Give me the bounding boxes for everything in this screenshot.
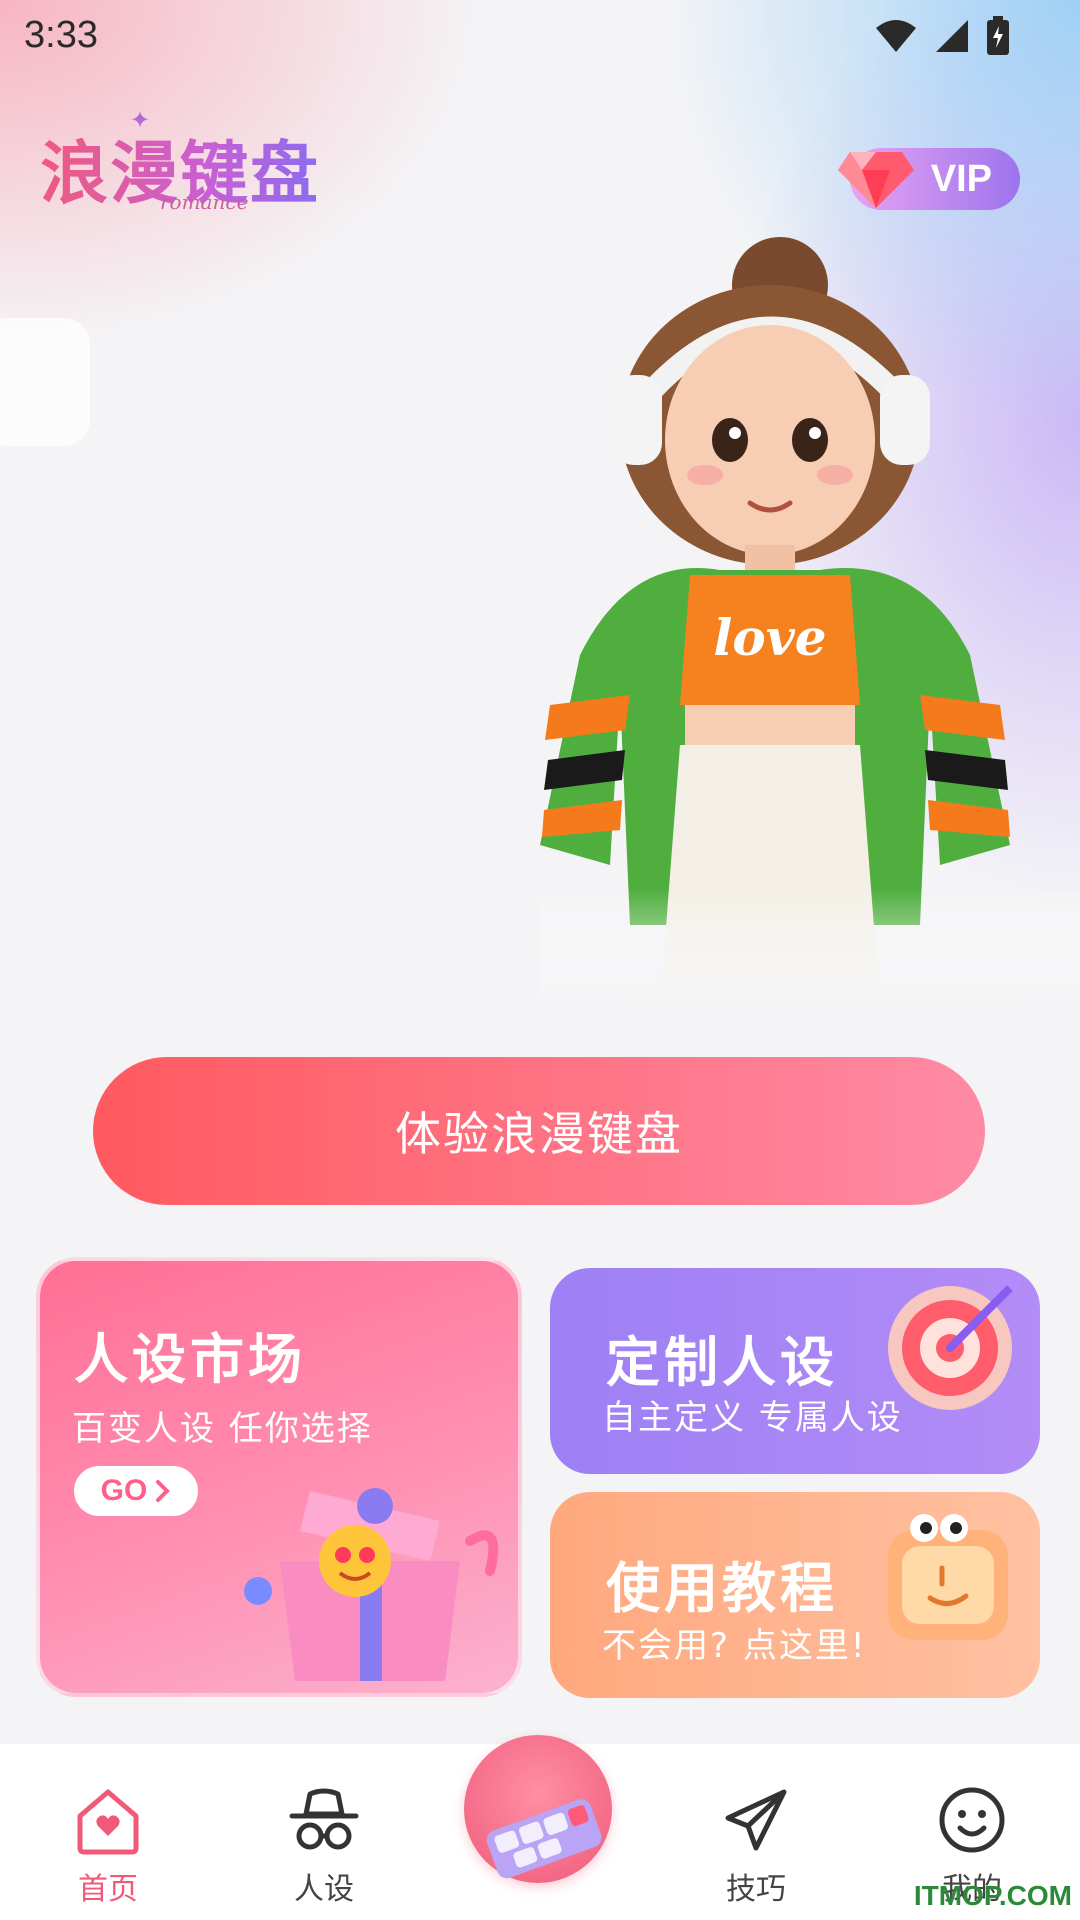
vip-label: VIP <box>930 157 992 200</box>
vip-button[interactable]: VIP <box>838 148 1020 210</box>
side-drawer-tab[interactable] <box>0 318 90 446</box>
nav-label: 首页 <box>78 1872 138 1907</box>
smiley-face-icon <box>939 1787 1005 1853</box>
nav-persona[interactable]: 人设 <box>264 1784 384 1908</box>
nav-label: 技巧 <box>726 1872 786 1907</box>
card-subtitle: 百变人设 任你选择 <box>72 1409 373 1449</box>
paper-plane-icon <box>725 1789 787 1851</box>
home-heart-icon <box>77 1789 139 1855</box>
diamond-icon <box>838 152 914 208</box>
tv-mascot-icon <box>888 1514 1008 1640</box>
signal-icon <box>936 20 968 52</box>
card-subtitle: 自主定义 专属人设 <box>602 1398 903 1438</box>
custom-persona-card[interactable]: 定制人设 自主定义 专属人设 <box>550 1268 1040 1474</box>
status-icons <box>874 16 1010 56</box>
tutorial-card[interactable]: 使用教程 不会用? 点这里! <box>550 1492 1040 1698</box>
logo-subtext: romance <box>160 190 249 214</box>
try-keyboard-button[interactable]: 体验浪漫键盘 <box>93 1057 985 1205</box>
watermark: ITMOP.COM <box>913 1880 1072 1911</box>
card-subtitle: 不会用? 点这里! <box>602 1626 867 1666</box>
nav-home[interactable]: 首页 <box>48 1784 168 1908</box>
card-title: 人设市场 <box>74 1328 306 1391</box>
status-bar: 3:33 <box>0 0 1080 76</box>
go-label: GO <box>100 1474 148 1507</box>
go-button[interactable]: GO <box>74 1466 198 1516</box>
app-logo: ✦ 浪漫键盘 romance <box>40 106 370 218</box>
persona-market-card[interactable]: 人设市场 百变人设 任你选择 GO <box>36 1257 522 1697</box>
spy-hat-glasses-icon <box>289 1788 359 1850</box>
nav-tips[interactable]: 技巧 <box>696 1784 816 1908</box>
wifi-icon <box>876 20 916 52</box>
hero-character-illustration: love <box>540 225 1080 1005</box>
nav-keyboard-center-button[interactable] <box>464 1735 612 1883</box>
gift-box-icon <box>244 1488 499 1681</box>
status-time: 3:33 <box>24 14 98 56</box>
battery-icon <box>987 16 1009 55</box>
nav-label: 人设 <box>294 1872 354 1907</box>
card-title: 使用教程 <box>606 1557 838 1620</box>
love-keyboard-icon <box>486 1799 602 1879</box>
target-icon <box>888 1276 1020 1410</box>
chevron-right-icon <box>156 1480 171 1502</box>
card-title: 定制人设 <box>606 1331 838 1394</box>
